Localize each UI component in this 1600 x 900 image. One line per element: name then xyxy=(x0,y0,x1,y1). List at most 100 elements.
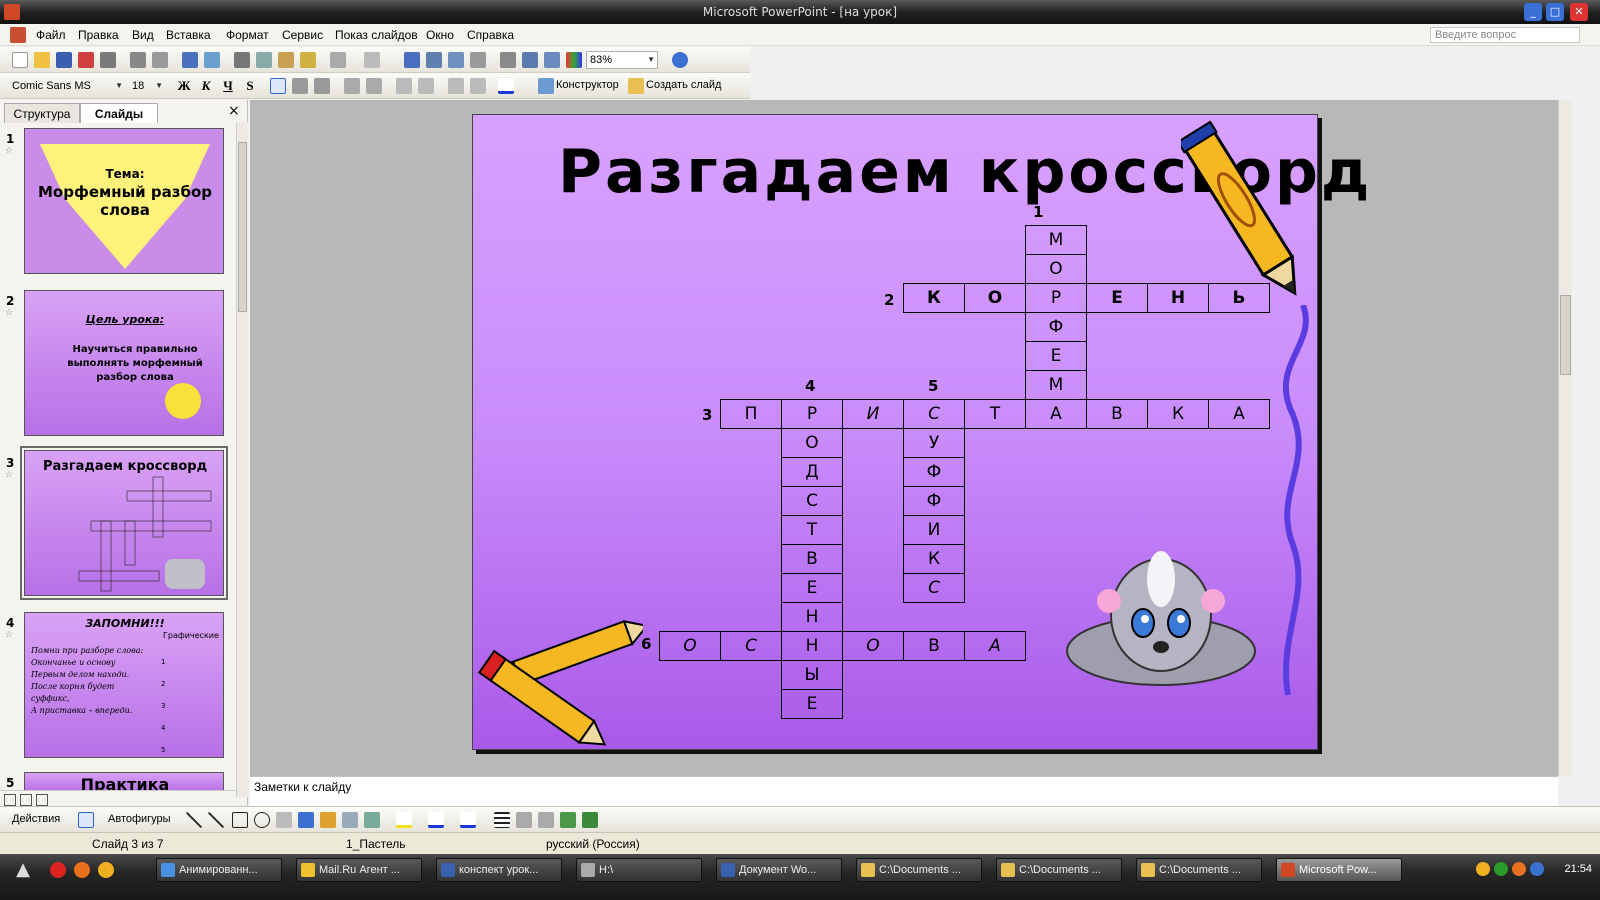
textbox-icon[interactable] xyxy=(276,812,292,828)
tab-slides[interactable]: Слайды xyxy=(80,103,158,123)
crossword-cell[interactable]: С xyxy=(903,399,965,429)
crossword-cell[interactable]: А xyxy=(964,631,1026,661)
crossword-cell[interactable]: А xyxy=(1208,399,1270,429)
line-color-icon[interactable] xyxy=(428,812,444,828)
crossword-cell[interactable]: Н xyxy=(1147,283,1209,313)
zoom-select[interactable]: 83% ▼ xyxy=(586,51,658,69)
crossword-cell[interactable]: М xyxy=(1025,370,1087,400)
new-icon[interactable] xyxy=(12,52,28,68)
maximize-button[interactable]: □ xyxy=(1546,3,1564,21)
open-icon[interactable] xyxy=(34,52,50,68)
italic-button[interactable]: К xyxy=(196,77,216,95)
wordart-icon[interactable] xyxy=(298,812,314,828)
crossword-cell[interactable]: Ф xyxy=(903,486,965,516)
grid-icon[interactable] xyxy=(544,52,560,68)
copy-icon[interactable] xyxy=(256,52,272,68)
decrease-font-icon[interactable] xyxy=(418,78,434,94)
taskbar-item[interactable]: C:\Documents ... xyxy=(1136,858,1262,882)
help-search-input[interactable]: Введите вопрос xyxy=(1430,27,1580,43)
expand-all-icon[interactable] xyxy=(500,52,516,68)
crossword-cell[interactable]: Т xyxy=(781,515,843,545)
menu-tools[interactable]: Сервис xyxy=(282,28,323,42)
normal-view-icon[interactable] xyxy=(4,794,16,806)
thumbnail-scrollbar[interactable] xyxy=(236,122,248,797)
oval-icon[interactable] xyxy=(254,812,270,828)
menu-help[interactable]: Справка xyxy=(467,28,514,42)
crossword-cell[interactable]: Е xyxy=(1086,283,1148,313)
vertical-scrollbar[interactable] xyxy=(1558,100,1572,776)
permission-icon[interactable] xyxy=(78,52,94,68)
crossword-cell[interactable]: К xyxy=(903,544,965,574)
redo-icon[interactable] xyxy=(364,52,380,68)
clipart-icon[interactable] xyxy=(342,812,358,828)
taskbar-item[interactable]: C:\Documents ... xyxy=(996,858,1122,882)
font-select[interactable]: Comic Sans MS ▼ xyxy=(8,77,126,95)
underline-button[interactable]: Ч xyxy=(218,77,238,95)
document-icon[interactable] xyxy=(10,27,26,43)
slide-thumbnail-1[interactable]: Тема: Морфемный разбор слова xyxy=(24,128,224,274)
insert-chart-icon[interactable] xyxy=(404,52,420,68)
insert-picture-icon[interactable] xyxy=(470,52,486,68)
align-center-icon[interactable] xyxy=(292,78,308,94)
spelling-icon[interactable] xyxy=(182,52,198,68)
tray-icon[interactable] xyxy=(1494,862,1508,876)
save-icon[interactable] xyxy=(56,52,72,68)
crossword-cell[interactable]: Е xyxy=(781,573,843,603)
menu-window[interactable]: Окно xyxy=(426,28,454,42)
crossword-cell[interactable]: А xyxy=(1025,399,1087,429)
actions-menu[interactable]: Действия xyxy=(12,813,60,825)
taskbar-item[interactable]: C:\Documents ... xyxy=(856,858,982,882)
crossword-cell[interactable]: И xyxy=(903,515,965,545)
menu-slideshow[interactable]: Показ слайдов xyxy=(335,28,418,42)
undo-icon[interactable] xyxy=(330,52,346,68)
close-pane-button[interactable]: × xyxy=(228,103,240,119)
bullets-icon[interactable] xyxy=(366,78,382,94)
slide-thumbnail-3[interactable]: Разгадаем кроссворд xyxy=(24,450,224,596)
menu-insert[interactable]: Вставка xyxy=(166,28,211,42)
start-button[interactable]: ▲ xyxy=(4,858,42,882)
taskbar-item[interactable]: Mail.Ru Агент ... xyxy=(296,858,422,882)
tray-icon[interactable] xyxy=(1530,862,1544,876)
font-color-icon[interactable] xyxy=(498,78,514,94)
app-icon[interactable] xyxy=(4,4,20,20)
help-icon[interactable] xyxy=(672,52,688,68)
new-slide-icon[interactable] xyxy=(628,78,644,94)
insert-table-icon[interactable] xyxy=(426,52,442,68)
shadow-button[interactable]: S xyxy=(240,77,260,95)
crossword-cell[interactable]: О xyxy=(781,428,843,458)
arrow-style-icon[interactable] xyxy=(538,812,554,828)
notes-field[interactable]: Заметки к слайду xyxy=(250,776,1558,806)
font-size-select[interactable]: 18 ▼ xyxy=(128,77,166,95)
select-objects-icon[interactable] xyxy=(78,812,94,828)
crossword-cell[interactable]: О xyxy=(964,283,1026,313)
crossword-cell[interactable]: С xyxy=(903,573,965,603)
firefox-icon[interactable] xyxy=(74,862,90,878)
menu-edit[interactable]: Правка xyxy=(78,28,119,42)
crossword-cell[interactable]: Е xyxy=(1025,341,1087,371)
tray-icon[interactable] xyxy=(1512,862,1526,876)
slide-thumbnail-5[interactable]: Практика xyxy=(24,772,224,792)
dash-style-icon[interactable] xyxy=(516,812,532,828)
crossword-cell[interactable]: В xyxy=(903,631,965,661)
tab-outline[interactable]: Структура xyxy=(4,103,80,123)
crossword-cell[interactable]: И xyxy=(842,399,904,429)
sorter-view-icon[interactable] xyxy=(20,794,32,806)
text-color-icon[interactable] xyxy=(460,812,476,828)
shadow-style-icon[interactable] xyxy=(560,812,576,828)
crossword-cell[interactable]: Н xyxy=(781,602,843,632)
research-icon[interactable] xyxy=(204,52,220,68)
tables-borders-icon[interactable] xyxy=(448,52,464,68)
diagram-icon[interactable] xyxy=(320,812,336,828)
decrease-indent-icon[interactable] xyxy=(448,78,464,94)
crossword-cell[interactable]: Д xyxy=(781,457,843,487)
minimize-button[interactable]: _ xyxy=(1524,3,1542,21)
crossword-cell[interactable]: С xyxy=(781,486,843,516)
email-icon[interactable] xyxy=(100,52,116,68)
slide-thumbnail-2[interactable]: Цель урока: Научиться правильно выполнят… xyxy=(24,290,224,436)
crossword-cell[interactable]: Ф xyxy=(903,457,965,487)
crossword-cell[interactable]: В xyxy=(1086,399,1148,429)
menu-view[interactable]: Вид xyxy=(132,28,154,42)
crossword-cell[interactable]: С xyxy=(720,631,782,661)
crossword-cell[interactable]: Н xyxy=(781,631,843,661)
crossword-cell[interactable]: К xyxy=(1147,399,1209,429)
